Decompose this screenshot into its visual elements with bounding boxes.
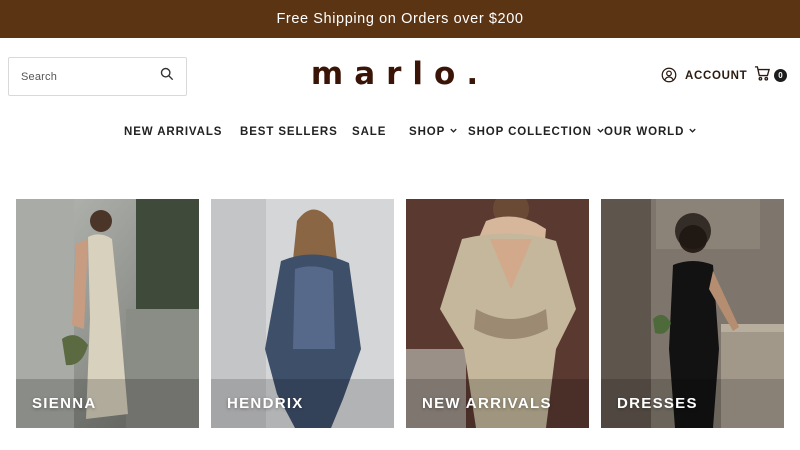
nav-item-label: SHOP COLLECTION	[468, 126, 592, 138]
collection-tile-dresses[interactable]: DRESSES	[601, 199, 784, 428]
collection-label: NEW ARRIVALS	[422, 395, 552, 412]
collection-image	[16, 199, 199, 428]
chevron-down-icon	[449, 126, 458, 138]
collection-tile-hendrix[interactable]: HENDRIX	[211, 199, 394, 428]
account-label: ACCOUNT	[685, 70, 748, 82]
nav-item-new-arrivals[interactable]: NEW ARRIVALS	[124, 121, 222, 143]
brand-logo[interactable]: marlo.	[300, 52, 500, 96]
collection-label: SIENNA	[32, 395, 97, 412]
nav-item-best-sellers[interactable]: BEST SELLERS	[240, 121, 338, 143]
nav-item-label: OUR WORLD	[604, 126, 685, 138]
cart-count-badge: 0	[774, 69, 787, 82]
nav-item-label: SHOP	[409, 126, 446, 138]
nav-item-shop-collection[interactable]: SHOP COLLECTION	[468, 121, 605, 143]
chevron-down-icon	[688, 126, 697, 138]
nav-item-our-world[interactable]: OUR WORLD	[604, 121, 697, 143]
collection-image	[406, 199, 589, 428]
nav-item-label: SALE	[352, 126, 387, 138]
collection-label: DRESSES	[617, 395, 698, 412]
nav-item-sale[interactable]: SALE	[352, 121, 386, 143]
search-input[interactable]: Search	[21, 71, 160, 83]
main-nav: NEW ARRIVALS BEST SELLERS SALE SHOP SHOP…	[0, 121, 800, 143]
nav-item-shop[interactable]: SHOP	[409, 121, 458, 143]
collection-label: HENDRIX	[227, 395, 304, 412]
collection-tile-new-arrivals[interactable]: NEW ARRIVALS	[406, 199, 589, 428]
collection-tile-sienna[interactable]: SIENNA	[16, 199, 199, 428]
announcement-text: Free Shipping on Orders over $200	[276, 11, 524, 27]
nav-item-label: NEW ARRIVALS	[124, 126, 223, 138]
user-icon	[661, 67, 677, 86]
announcement-bar: Free Shipping on Orders over $200	[0, 0, 800, 38]
nav-item-label: BEST SELLERS	[240, 126, 338, 138]
collection-image	[211, 199, 394, 428]
cart-icon	[754, 65, 771, 87]
search-box[interactable]: Search	[8, 57, 187, 96]
account-link[interactable]: ACCOUNT	[661, 66, 747, 86]
cart-button[interactable]: 0	[754, 66, 790, 86]
collection-image	[601, 199, 784, 428]
search-icon[interactable]	[160, 67, 174, 86]
